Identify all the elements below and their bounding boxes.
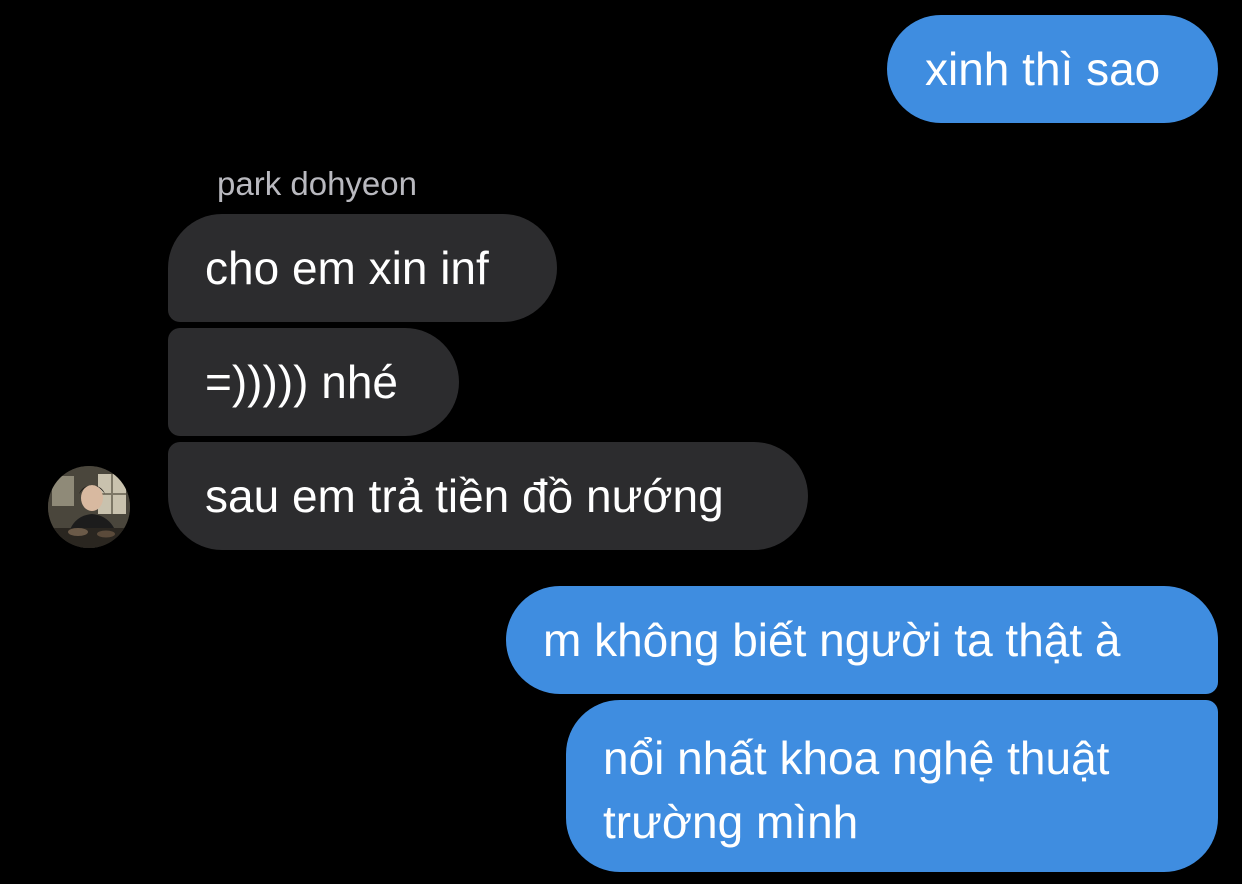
avatar-photo-icon xyxy=(48,466,130,548)
message-bubble-outgoing[interactable]: m không biết người ta thật à xyxy=(506,586,1218,694)
message-bubble-incoming[interactable]: cho em xin inf xyxy=(168,214,557,322)
message-text: =))))) nhé xyxy=(205,356,398,408)
sender-name: park dohyeon xyxy=(217,165,417,202)
avatar[interactable] xyxy=(48,466,130,548)
message-text: m không biết người ta thật à xyxy=(543,614,1121,666)
message-text: nổi nhất khoa nghệ thuật trường mình xyxy=(603,732,1110,848)
message-bubble-incoming[interactable]: sau em trả tiền đồ nướng xyxy=(168,442,808,550)
message-text: xinh thì sao xyxy=(925,43,1161,95)
message-bubble-incoming[interactable]: =))))) nhé xyxy=(168,328,459,436)
message-bubble-outgoing[interactable]: xinh thì sao xyxy=(887,15,1218,123)
message-text: cho em xin inf xyxy=(205,242,489,294)
message-bubble-outgoing[interactable]: nổi nhất khoa nghệ thuật trường mình xyxy=(566,700,1218,872)
message-text: sau em trả tiền đồ nướng xyxy=(205,470,724,522)
